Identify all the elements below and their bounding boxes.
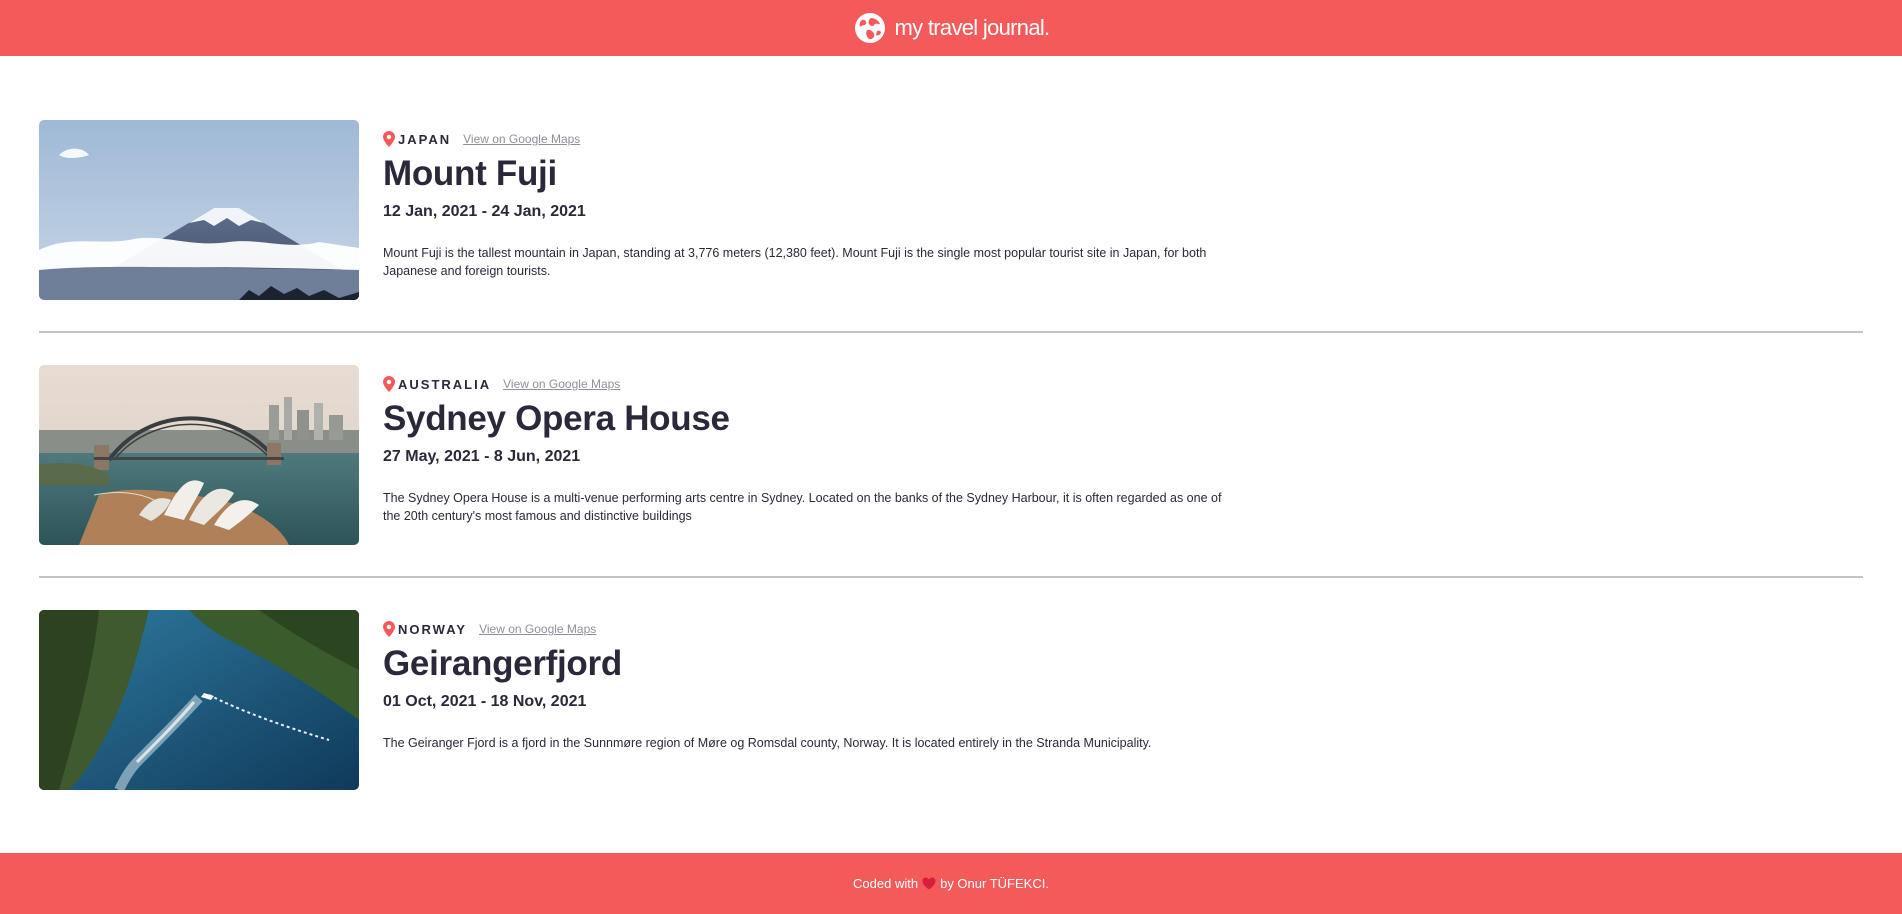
entry-dates: 12 Jan, 2021 - 24 Jan, 2021	[383, 203, 586, 220]
geirangerfjord-photo	[39, 610, 359, 790]
entry-info: AUSTRALIA View on Google Maps Sydney Ope…	[383, 365, 1223, 545]
brand-name: my travel journal.	[894, 15, 1051, 40]
entry-dates: 01 Oct, 2021 - 18 Nov, 2021	[383, 693, 587, 710]
google-maps-link[interactable]: View on Google Maps	[463, 132, 580, 146]
country-label: NORWAY	[398, 621, 468, 637]
entry-dates: 27 May, 2021 - 8 Jun, 2021	[383, 448, 581, 465]
heart-icon	[922, 877, 936, 890]
location-row: NORWAY View on Google Maps	[383, 620, 1223, 638]
location-pin-icon	[383, 131, 395, 147]
footer-suffix: by Onur TÜFEKCI.	[940, 876, 1049, 891]
google-maps-link[interactable]: View on Google Maps	[503, 377, 620, 391]
footer-prefix: Coded with	[853, 876, 919, 891]
journal-entry: JAPAN View on Google Maps Mount Fuji 12 …	[39, 120, 1863, 300]
google-maps-link[interactable]: View on Google Maps	[479, 622, 596, 636]
entry-info: NORWAY View on Google Maps Geirangerfjor…	[383, 610, 1223, 790]
journal-entry: NORWAY View on Google Maps Geirangerfjor…	[39, 610, 1863, 790]
top-bar: my travel journal.	[0, 0, 1902, 56]
country-label: JAPAN	[398, 131, 452, 147]
entry-description: The Geiranger Fjord is a fjord in the Su…	[383, 736, 1152, 750]
entry-info: JAPAN View on Google Maps Mount Fuji 12 …	[383, 120, 1223, 300]
globe-icon	[854, 13, 885, 43]
country-label: AUSTRALIA	[398, 376, 492, 392]
journal-entry: AUSTRALIA View on Google Maps Sydney Ope…	[39, 365, 1863, 545]
location-pin-icon	[383, 376, 395, 392]
location-row: JAPAN View on Google Maps	[383, 130, 1223, 148]
footer: Coded with by Onur TÜFEKCI.	[0, 853, 1902, 914]
entry-description: The Sydney Opera House is a multi-venue …	[383, 491, 1222, 523]
divider	[39, 331, 1863, 333]
divider	[39, 576, 1863, 578]
location-pin-icon	[383, 621, 395, 637]
sydney-opera-house-photo	[39, 365, 359, 545]
location-row: AUSTRALIA View on Google Maps	[383, 375, 1223, 393]
entry-title: Geirangerfjord	[383, 644, 622, 683]
entry-title: Sydney Opera House	[383, 399, 730, 438]
mount-fuji-photo	[39, 120, 359, 300]
journal-list: JAPAN View on Google Maps Mount Fuji 12 …	[39, 120, 1863, 790]
entry-description: Mount Fuji is the tallest mountain in Ja…	[383, 246, 1207, 278]
entry-title: Mount Fuji	[383, 154, 557, 193]
